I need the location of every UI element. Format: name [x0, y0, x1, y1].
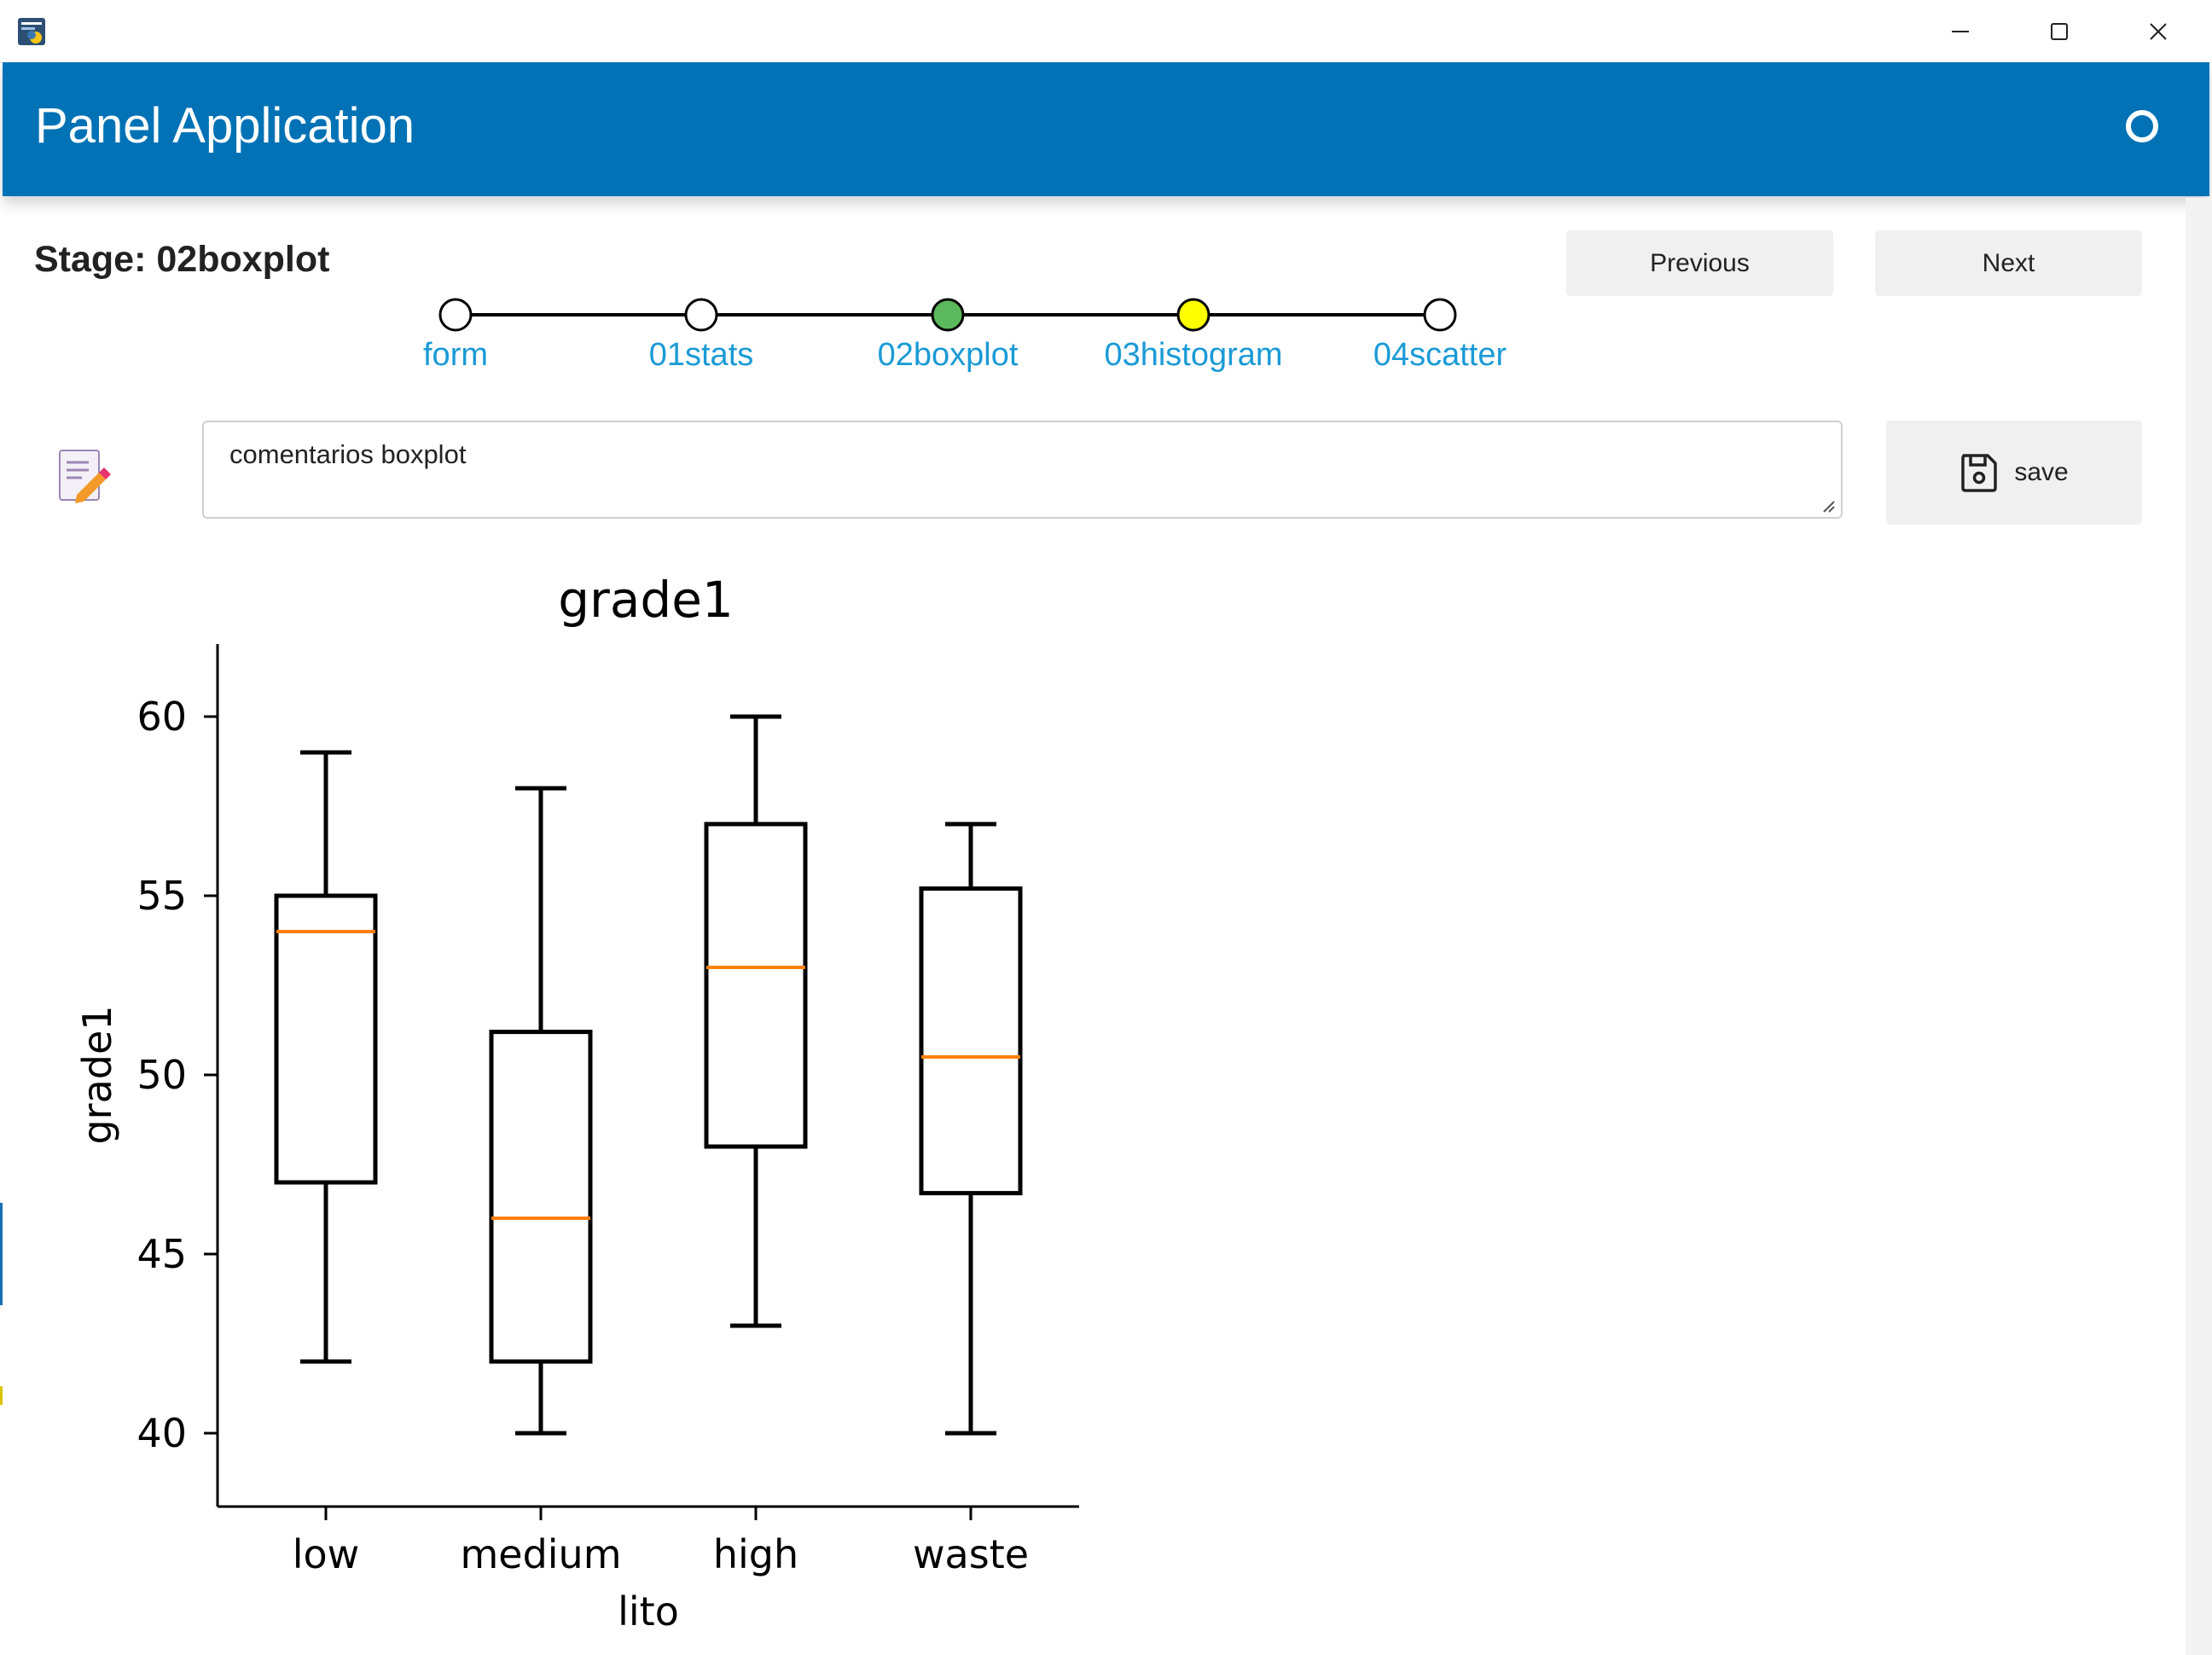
edit-notes-icon [59, 450, 111, 503]
stage-node-04scatter[interactable]: 04scatter [1373, 298, 1507, 373]
x-tick-label-medium: medium [460, 1531, 621, 1577]
stage-marker [1423, 298, 1457, 332]
stage-node-form[interactable]: form [423, 298, 488, 373]
box-body [489, 1030, 593, 1364]
python-app-icon [18, 18, 45, 45]
stage-marker [438, 298, 473, 332]
x-tick-label-low: low [293, 1531, 360, 1577]
stage-label-02boxplot: 02boxplot [878, 337, 1019, 373]
stage-marker [684, 298, 718, 332]
app-title: Panel Application [35, 98, 415, 154]
box-waste [919, 822, 1023, 1436]
stage-node-01stats[interactable]: 01stats [649, 298, 754, 373]
stage-node-02boxplot[interactable]: 02boxplot [878, 298, 1019, 373]
window-titlebar[interactable] [0, 0, 2212, 63]
notes-text: comentarios boxplot [229, 439, 467, 469]
edge-artifact [0, 1203, 3, 1305]
resize-grip-icon[interactable] [1820, 498, 1836, 514]
app-header: Panel Application [3, 62, 2209, 196]
y-tick-label: 45 [136, 1231, 187, 1277]
box-low [274, 750, 378, 1364]
maximize-icon [2051, 22, 2068, 40]
y-axis-label: grade1 [74, 1005, 120, 1144]
box-medium [489, 786, 593, 1436]
x-axis-label: lito [618, 1588, 679, 1635]
edge-artifact [0, 1386, 3, 1405]
x-tick-label-waste: waste [913, 1531, 1029, 1577]
boxplot-chart: grade1 40 45 50 55 60 grade1 low medium high waste… [74, 571, 1079, 1635]
stage-label: Stage: 02boxplot [34, 239, 330, 280]
box-body [704, 822, 808, 1149]
busy-indicator-icon [2126, 110, 2158, 142]
chart-title: grade1 [558, 571, 734, 629]
pipeline-graph: form 01stats 02boxplot 03histogram 04scatter [423, 298, 1507, 373]
close-icon [2150, 22, 2167, 40]
notes-textarea[interactable]: comentarios boxplot [202, 421, 1843, 519]
x-tick-label-high: high [713, 1531, 798, 1577]
app-window: Panel Application Stage: 02boxplot form 0… [0, 0, 2212, 1655]
y-tick-label: 60 [136, 694, 187, 740]
box-body [274, 893, 378, 1185]
y-tick-label: 40 [136, 1410, 187, 1456]
pipeline-stepper: form 01stats 02boxplot 03histogram 04scatter [373, 229, 1520, 382]
previous-button[interactable]: Previous [1566, 230, 1833, 296]
box-body [919, 886, 1023, 1196]
box-high [704, 714, 808, 1328]
stage-marker [1176, 298, 1211, 332]
stage-label-03histogram: 03histogram [1104, 337, 1282, 373]
save-label: save [2014, 458, 2069, 486]
next-button[interactable]: Next [1875, 230, 2142, 296]
stage-marker [931, 298, 965, 332]
vertical-scrollbar[interactable] [2186, 198, 2212, 1655]
stage-label-form: form [423, 337, 488, 373]
maximize-button[interactable] [2010, 0, 2109, 62]
stage-label-04scatter: 04scatter [1373, 337, 1507, 373]
minimize-icon [1952, 30, 1969, 32]
y-tick-label: 50 [136, 1052, 187, 1098]
close-button[interactable] [2109, 0, 2208, 62]
stage-node-03histogram[interactable]: 03histogram [1104, 298, 1283, 373]
minimize-button[interactable] [1911, 0, 2010, 62]
save-button[interactable]: save [1886, 421, 2142, 525]
y-tick-label: 55 [136, 873, 187, 919]
stage-label-01stats: 01stats [649, 337, 754, 373]
floppy-disk-icon [1961, 454, 1998, 492]
